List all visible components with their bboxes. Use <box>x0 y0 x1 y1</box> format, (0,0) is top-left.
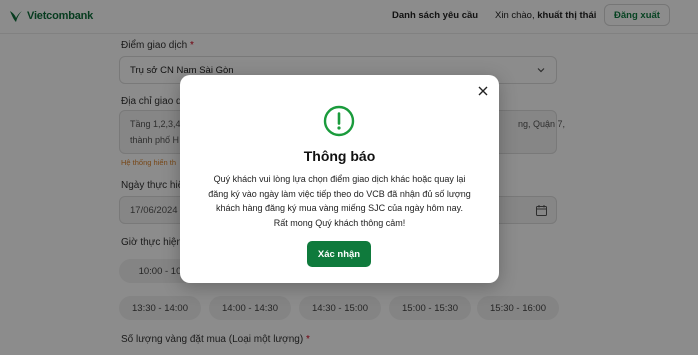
dialog-title: Thông báo <box>303 148 376 164</box>
dialog-message: Quý khách vui lòng lựa chọn điểm giao dị… <box>194 172 485 230</box>
dialog-message-line: Quý khách vui lòng lựa chọn điểm giao dị… <box>213 174 466 184</box>
exclamation-circle-icon <box>323 105 355 137</box>
notification-dialog: Thông báo Quý khách vui lòng lựa chọn đi… <box>180 75 499 283</box>
close-icon[interactable] <box>476 84 490 98</box>
dialog-message-line: khách hàng đăng ký mua vàng miếng SJC củ… <box>216 203 463 213</box>
dialog-message-line: đăng ký vào ngày làm việc tiếp theo do V… <box>208 188 471 199</box>
confirm-button[interactable]: Xác nhận <box>307 241 371 267</box>
dialog-message-line: Rất mong Quý khách thông cảm! <box>273 217 406 228</box>
